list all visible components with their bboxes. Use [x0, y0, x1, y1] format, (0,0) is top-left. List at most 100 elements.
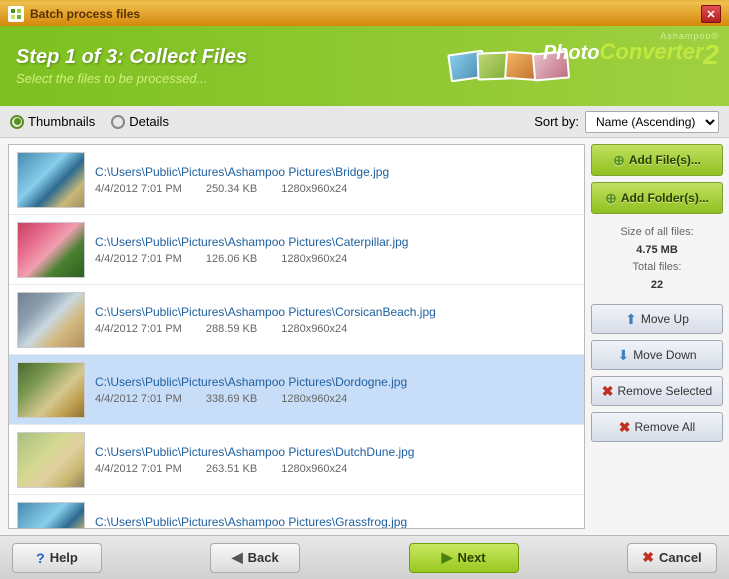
file-meta: 4/4/2012 7:01 PM 338.69 KB 1280x960x24 — [95, 393, 576, 405]
header-logo: Ashampoo® PhotoConverter2 — [543, 31, 719, 69]
table-row[interactable]: C:\Users\Public\Pictures\Ashampoo Pictur… — [9, 355, 584, 425]
file-meta: 4/4/2012 7:01 PM 288.59 KB 1280x960x24 — [95, 323, 576, 335]
file-dimensions: 1280x960x24 — [281, 253, 347, 265]
logo-converter: Converter — [600, 39, 704, 64]
file-size: 288.59 KB — [206, 323, 257, 335]
stats-total-value: 22 — [595, 277, 719, 295]
add-files-label: Add File(s)... — [629, 153, 701, 167]
file-list[interactable]: C:\Users\Public\Pictures\Ashampoo Pictur… — [8, 144, 585, 529]
file-meta: 4/4/2012 7:01 PM 263.51 KB 1280x960x24 — [95, 463, 576, 475]
view-toggle: Thumbnails Details — [10, 114, 169, 129]
next-button[interactable]: ▶ Next — [409, 543, 519, 573]
main-content: C:\Users\Public\Pictures\Ashampoo Pictur… — [0, 138, 729, 535]
toolbar: Thumbnails Details Sort by: Name (Ascend… — [0, 106, 729, 138]
file-info: C:\Users\Public\Pictures\Ashampoo Pictur… — [95, 235, 576, 265]
add-folder-label: Add Folder(s)... — [621, 191, 709, 205]
window-title: Batch process files — [30, 7, 140, 21]
file-path: C:\Users\Public\Pictures\Ashampoo Pictur… — [95, 515, 576, 529]
table-row[interactable]: C:\Users\Public\Pictures\Ashampoo Pictur… — [9, 215, 584, 285]
details-radio[interactable]: Details — [111, 114, 169, 129]
table-row[interactable]: C:\Users\Public\Pictures\Ashampoo Pictur… — [9, 495, 584, 529]
remove-all-icon: ✖ — [619, 419, 631, 436]
back-label: Back — [248, 550, 279, 565]
header: Step 1 of 3: Collect Files Select the fi… — [0, 26, 729, 106]
file-path: C:\Users\Public\Pictures\Ashampoo Pictur… — [95, 445, 576, 459]
next-icon: ▶ — [442, 549, 453, 566]
remove-all-label: Remove All — [635, 420, 696, 434]
cancel-label: Cancel — [659, 550, 702, 565]
back-button[interactable]: ◀ Back — [210, 543, 300, 573]
file-size: 126.06 KB — [206, 253, 257, 265]
help-icon: ? — [36, 550, 45, 566]
add-files-icon: ⊕ — [613, 152, 625, 169]
file-meta: 4/4/2012 7:01 PM 250.34 KB 1280x960x24 — [95, 183, 576, 195]
move-down-icon: ⬇ — [617, 347, 629, 364]
back-icon: ◀ — [232, 549, 243, 566]
logo-version: 2 — [703, 39, 719, 70]
logo-photo: Photo — [543, 42, 600, 64]
next-label: Next — [457, 550, 485, 565]
sort-select[interactable]: Name (Ascending) — [585, 111, 719, 133]
add-folder-icon: ⊕ — [605, 190, 617, 207]
right-panel: ⊕ Add File(s)... ⊕ Add Folder(s)... Size… — [589, 138, 729, 535]
thumbnails-label: Thumbnails — [28, 114, 95, 129]
move-up-button[interactable]: ⬆ Move Up — [591, 304, 723, 334]
stats-total-label: Total files: — [595, 259, 719, 277]
details-radio-indicator — [111, 115, 125, 129]
title-bar: Batch process files ✕ — [0, 0, 729, 26]
file-info: C:\Users\Public\Pictures\Ashampoo Pictur… — [95, 305, 576, 335]
file-size: 250.34 KB — [206, 183, 257, 195]
thumbnails-radio[interactable]: Thumbnails — [10, 114, 95, 129]
stats-box: Size of all files: 4.75 MB Total files: … — [591, 220, 723, 298]
help-label: Help — [50, 550, 78, 565]
app-icon — [8, 6, 24, 22]
file-size: 338.69 KB — [206, 393, 257, 405]
file-date: 4/4/2012 7:01 PM — [95, 253, 182, 265]
remove-selected-label: Remove Selected — [618, 384, 713, 398]
file-path: C:\Users\Public\Pictures\Ashampoo Pictur… — [95, 375, 576, 389]
cancel-icon: ✖ — [642, 549, 654, 566]
move-down-label: Move Down — [633, 348, 696, 362]
move-up-label: Move Up — [641, 312, 689, 326]
details-label: Details — [129, 114, 169, 129]
file-thumbnail — [17, 432, 85, 488]
table-row[interactable]: C:\Users\Public\Pictures\Ashampoo Pictur… — [9, 425, 584, 495]
file-date: 4/4/2012 7:01 PM — [95, 183, 182, 195]
step-title: Step 1 of 3: Collect Files — [16, 46, 247, 69]
file-date: 4/4/2012 7:01 PM — [95, 323, 182, 335]
close-button[interactable]: ✕ — [701, 5, 721, 23]
thumbnails-radio-indicator — [10, 115, 24, 129]
file-path: C:\Users\Public\Pictures\Ashampoo Pictur… — [95, 305, 576, 319]
file-dimensions: 1280x960x24 — [281, 323, 347, 335]
file-date: 4/4/2012 7:01 PM — [95, 393, 182, 405]
file-thumbnail — [17, 222, 85, 278]
table-row[interactable]: C:\Users\Public\Pictures\Ashampoo Pictur… — [9, 145, 584, 215]
help-button[interactable]: ? Help — [12, 543, 102, 573]
file-dimensions: 1280x960x24 — [281, 463, 347, 475]
footer: ? Help ◀ Back ▶ Next ✖ Cancel — [0, 535, 729, 579]
file-size: 263.51 KB — [206, 463, 257, 475]
file-info: C:\Users\Public\Pictures\Ashampoo Pictur… — [95, 445, 576, 475]
remove-selected-button[interactable]: ✖ Remove Selected — [591, 376, 723, 406]
add-files-button[interactable]: ⊕ Add File(s)... — [591, 144, 723, 176]
stats-size-value: 4.75 MB — [595, 242, 719, 260]
table-row[interactable]: C:\Users\Public\Pictures\Ashampoo Pictur… — [9, 285, 584, 355]
file-info: C:\Users\Public\Pictures\Ashampoo Pictur… — [95, 165, 576, 195]
move-down-button[interactable]: ⬇ Move Down — [591, 340, 723, 370]
add-folder-button[interactable]: ⊕ Add Folder(s)... — [591, 182, 723, 214]
sortby-label: Sort by: — [534, 114, 579, 129]
remove-all-button[interactable]: ✖ Remove All — [591, 412, 723, 442]
file-path: C:\Users\Public\Pictures\Ashampoo Pictur… — [95, 235, 576, 249]
file-thumbnail — [17, 362, 85, 418]
cancel-button[interactable]: ✖ Cancel — [627, 543, 717, 573]
step-subtitle: Select the files to be processed... — [16, 71, 247, 86]
file-dimensions: 1280x960x24 — [281, 183, 347, 195]
file-info: C:\Users\Public\Pictures\Ashampoo Pictur… — [95, 375, 576, 405]
stats-size-label: Size of all files: — [595, 224, 719, 242]
remove-selected-icon: ✖ — [602, 383, 614, 400]
file-date: 4/4/2012 7:01 PM — [95, 463, 182, 475]
file-thumbnail — [17, 152, 85, 208]
file-info: C:\Users\Public\Pictures\Ashampoo Pictur… — [95, 515, 576, 530]
file-dimensions: 1280x960x24 — [281, 393, 347, 405]
sort-group: Sort by: Name (Ascending) — [534, 111, 719, 133]
